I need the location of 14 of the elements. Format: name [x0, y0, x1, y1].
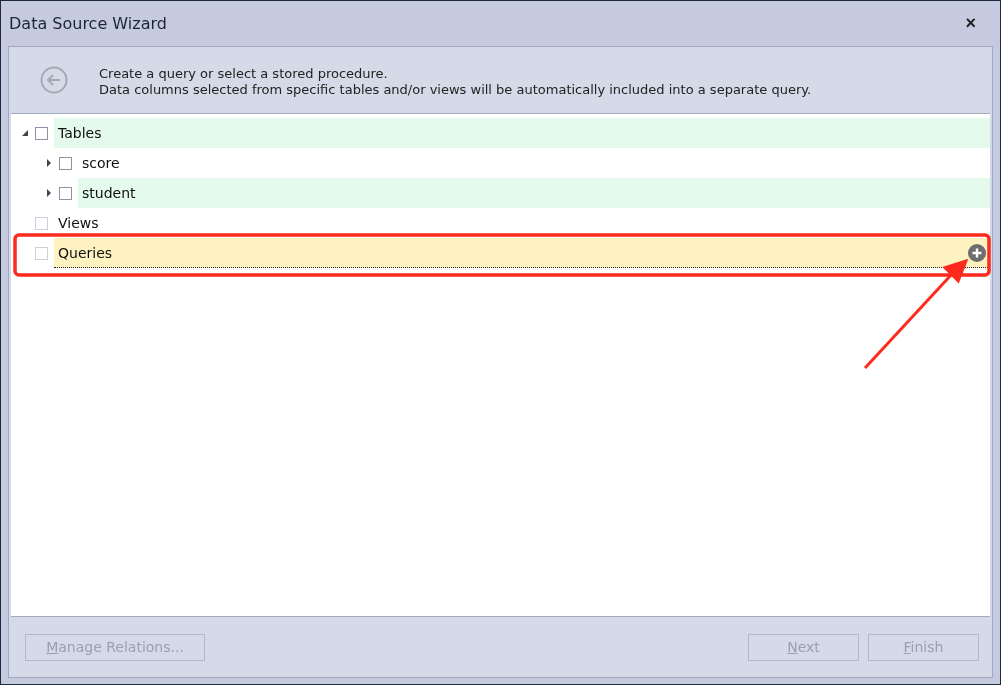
back-icon[interactable]	[40, 66, 68, 94]
window-title: Data Source Wizard	[9, 14, 167, 33]
expand-caret-icon[interactable]	[45, 189, 53, 197]
instruction-text: Create a query or select a stored procedure.	[99, 66, 389, 82]
tree-node[interactable]: student	[78, 178, 990, 208]
close-button[interactable]: ×	[949, 13, 992, 34]
checkbox[interactable]	[59, 186, 72, 200]
expand-caret-icon[interactable]	[45, 159, 53, 167]
collapse-caret-icon[interactable]	[21, 129, 29, 137]
tree-node[interactable]: Tables	[54, 118, 990, 148]
checkbox[interactable]	[59, 156, 72, 170]
checkbox[interactable]	[35, 126, 48, 140]
tree-node[interactable]: score	[78, 148, 990, 178]
instruction-text: Data columns selected from specific tables and/or views will be automatically included into a separate query.	[99, 82, 812, 98]
